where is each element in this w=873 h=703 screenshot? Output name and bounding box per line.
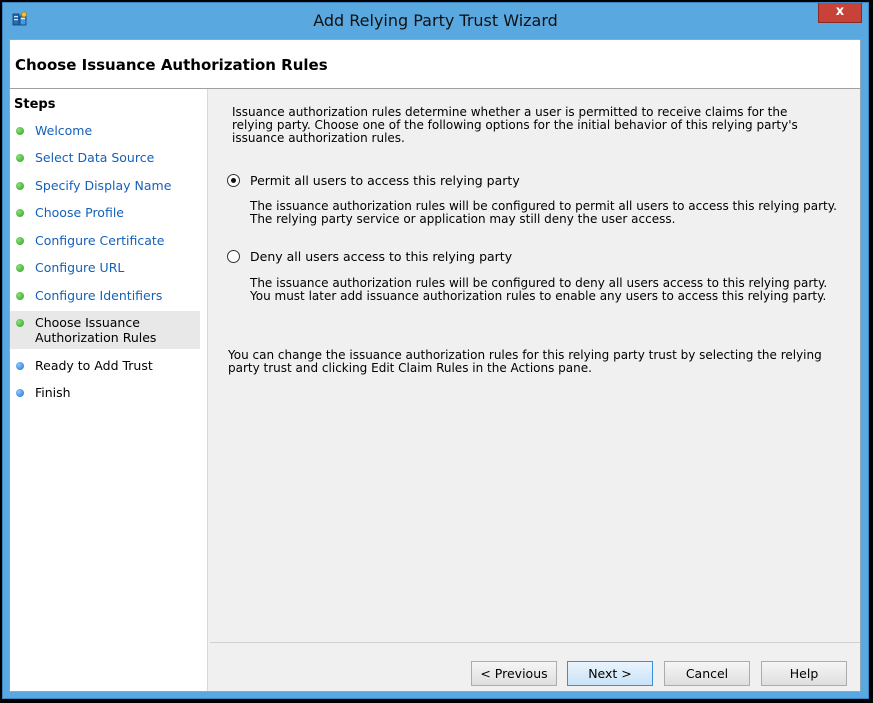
step-welcome[interactable]: Welcome (10, 123, 206, 138)
step-choose-issuance-authorization-rules: Choose Issuance Authorization Rules (10, 311, 200, 349)
step-ready-to-add-trust: Ready to Add Trust (10, 358, 206, 373)
step-label: Choose Issuance Authorization Rules (35, 315, 157, 345)
page-header: Choose Issuance Authorization Rules (10, 40, 860, 89)
permit-all-option[interactable]: Permit all users to access this relying … (227, 173, 520, 188)
step-pending-icon (16, 362, 24, 370)
step-complete-icon (16, 127, 24, 135)
step-complete-icon (16, 154, 24, 162)
step-complete-icon (16, 182, 24, 190)
step-pending-icon (16, 389, 24, 397)
step-label: Welcome (35, 123, 93, 138)
intro-text: Issuance authorization rules determine w… (232, 105, 798, 145)
wizard-window: Add Relying Party Trust Wizard x Choose … (2, 2, 869, 699)
step-complete-icon (16, 209, 24, 217)
step-label: Ready to Add Trust (35, 358, 153, 373)
step-complete-icon (16, 319, 24, 327)
step-label: Specify Display Name (35, 178, 172, 193)
deny-all-label[interactable]: Deny all users access to this relying pa… (250, 249, 512, 264)
page-title: Choose Issuance Authorization Rules (15, 56, 328, 74)
step-label: Configure Identifiers (35, 288, 163, 303)
step-label: Finish (35, 385, 71, 400)
permit-all-label[interactable]: Permit all users to access this relying … (250, 173, 520, 188)
step-label: Choose Profile (35, 205, 124, 220)
deny-all-radio[interactable] (227, 250, 240, 263)
step-configure-certificate[interactable]: Configure Certificate (10, 233, 206, 248)
step-complete-icon (16, 264, 24, 272)
next-button[interactable]: Next > (567, 661, 653, 686)
step-choose-profile[interactable]: Choose Profile (10, 205, 206, 220)
steps-heading: Steps (14, 97, 56, 112)
steps-panel: Steps Welcome Select Data Source Specify… (10, 89, 208, 691)
deny-all-description: The issuance authorization rules will be… (250, 276, 828, 303)
step-finish: Finish (10, 385, 206, 400)
step-select-data-source[interactable]: Select Data Source (10, 150, 206, 165)
step-configure-identifiers[interactable]: Configure Identifiers (10, 288, 206, 303)
step-configure-url[interactable]: Configure URL (10, 260, 206, 275)
cancel-button[interactable]: Cancel (664, 661, 750, 686)
step-label: Select Data Source (35, 150, 155, 165)
step-label: Configure URL (35, 260, 125, 275)
help-button[interactable]: Help (761, 661, 847, 686)
close-icon: x (835, 4, 845, 19)
permit-all-radio[interactable] (227, 174, 240, 187)
edit-rules-note: You can change the issuance authorizatio… (228, 348, 822, 375)
title-bar[interactable]: Add Relying Party Trust Wizard x (3, 3, 868, 39)
step-label: Configure Certificate (35, 233, 165, 248)
content-panel: Issuance authorization rules determine w… (210, 89, 860, 642)
wizard-client-area: Choose Issuance Authorization Rules Step… (9, 39, 861, 692)
step-complete-icon (16, 292, 24, 300)
step-complete-icon (16, 237, 24, 245)
permit-all-description: The issuance authorization rules will be… (250, 199, 837, 226)
window-title: Add Relying Party Trust Wizard (313, 11, 558, 30)
close-button[interactable]: x (818, 3, 862, 23)
previous-button[interactable]: < Previous (471, 661, 557, 686)
step-specify-display-name[interactable]: Specify Display Name (10, 178, 206, 193)
deny-all-option[interactable]: Deny all users access to this relying pa… (227, 249, 512, 264)
button-bar: < Previous Next > Cancel Help (210, 642, 860, 691)
